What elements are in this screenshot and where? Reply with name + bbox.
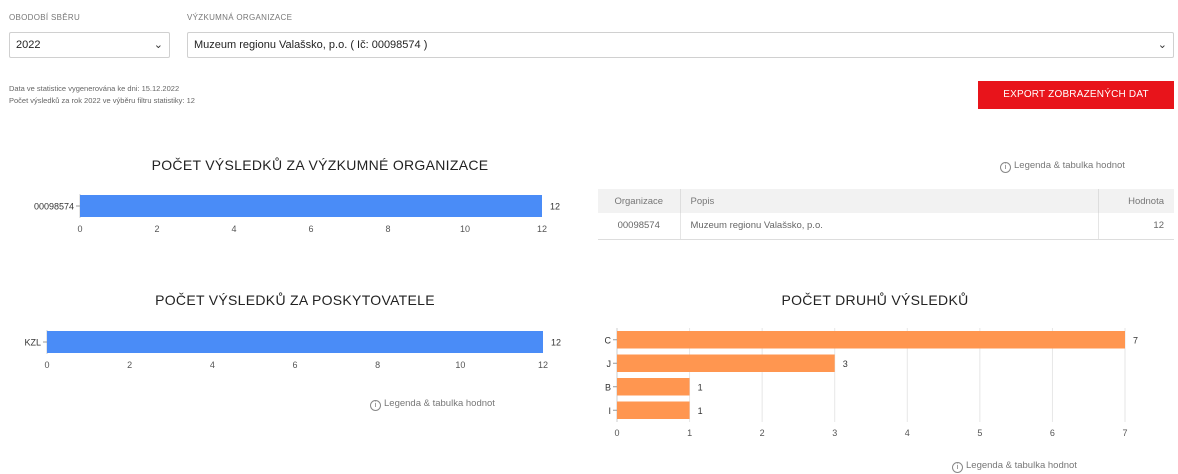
category-label: 00098574 bbox=[34, 202, 74, 212]
legend-link-label: Legenda & tabulka hodnot bbox=[384, 398, 495, 409]
organization-select[interactable]: Muzeum regionu Valašsko, p.o. ( Ič: 0009… bbox=[187, 32, 1174, 58]
bar bbox=[617, 378, 690, 396]
category-label: I bbox=[608, 406, 611, 416]
tick-label: 1 bbox=[687, 428, 692, 438]
cell-description: Muzeum regionu Valašsko, p.o. bbox=[680, 213, 1099, 240]
info-icon: i bbox=[1000, 162, 1011, 173]
category-label: KZL bbox=[24, 338, 41, 348]
tick-label: 4 bbox=[210, 360, 215, 370]
tick-label: 3 bbox=[832, 428, 837, 438]
bar bbox=[47, 331, 543, 353]
column-header-value[interactable]: Hodnota bbox=[1098, 189, 1174, 213]
types-chart-title: POČET DRUHŮ VÝSLEDKŮ bbox=[781, 292, 969, 308]
organization-filter-label: VÝZKUMNÁ ORGANIZACE bbox=[187, 13, 293, 22]
data-label: 3 bbox=[843, 359, 848, 369]
data-label: 7 bbox=[1133, 335, 1138, 345]
org-chart: 00098574 12 0 2 4 6 8 10 12 bbox=[34, 194, 560, 234]
data-label: 1 bbox=[698, 382, 703, 392]
tick-label: 4 bbox=[905, 428, 910, 438]
tick-label: 0 bbox=[614, 428, 619, 438]
legend-link-provider[interactable]: i Legenda & tabulka hodnot bbox=[370, 398, 495, 411]
category-label: C bbox=[605, 335, 612, 345]
legend-link-label: Legenda & tabulka hodnot bbox=[966, 460, 1077, 471]
data-label: 12 bbox=[551, 338, 561, 348]
tick-label: 2 bbox=[127, 360, 132, 370]
tick-label: 4 bbox=[231, 224, 236, 234]
tick-label: 2 bbox=[154, 224, 159, 234]
bar bbox=[617, 354, 835, 372]
info-icon: i bbox=[952, 462, 963, 473]
tick-label: 6 bbox=[1050, 428, 1055, 438]
year-filter-label: OBODOBÍ SBĚRU bbox=[9, 13, 81, 22]
result-count-text: Počet výsledků za rok 2022 ve výběru fil… bbox=[9, 96, 195, 105]
tick-label: 8 bbox=[385, 224, 390, 234]
column-header-organization[interactable]: Organizace bbox=[598, 189, 681, 213]
provider-chart-title: POČET VÝSLEDKŮ ZA POSKYTOVATELE bbox=[155, 292, 435, 308]
tick-label: 6 bbox=[292, 360, 297, 370]
tick-label: 7 bbox=[1122, 428, 1127, 438]
table-row: 00098574 Muzeum regionu Valašsko, p.o. 1… bbox=[598, 213, 1174, 240]
bar bbox=[617, 331, 1125, 349]
chevron-down-icon: ⌄ bbox=[153, 39, 163, 51]
provider-chart: KZL 12 0 2 4 6 8 10 12 bbox=[24, 330, 561, 370]
table-header-row: Organizace Popis Hodnota bbox=[598, 189, 1174, 213]
org-chart-title: POČET VÝSLEDKŮ ZA VÝZKUMNÉ ORGANIZACE bbox=[151, 157, 489, 173]
category-label: J bbox=[607, 359, 612, 369]
bar bbox=[80, 195, 542, 217]
generated-date-text: Data ve statistice vygenerována ke dni: … bbox=[9, 84, 180, 93]
cell-organization: 00098574 bbox=[598, 213, 681, 240]
tick-label: 2 bbox=[760, 428, 765, 438]
legend-link-types[interactable]: i Legenda & tabulka hodnot bbox=[952, 460, 1077, 473]
legend-link-label: Legenda & tabulka hodnot bbox=[1014, 160, 1125, 171]
tick-label: 12 bbox=[538, 360, 548, 370]
result-types-chart: C 7 J 3 B 1 I 1 0 1 2 3 4 5 6 7 bbox=[605, 328, 1138, 438]
column-header-description[interactable]: Popis bbox=[680, 189, 1099, 213]
data-label: 1 bbox=[698, 406, 703, 416]
tick-label: 10 bbox=[460, 224, 470, 234]
tick-label: 8 bbox=[375, 360, 380, 370]
category-label: B bbox=[605, 382, 611, 392]
legend-link-org[interactable]: i Legenda & tabulka hodnot bbox=[1000, 160, 1125, 173]
tick-label: 10 bbox=[455, 360, 465, 370]
values-table: Organizace Popis Hodnota 00098574 Muzeum… bbox=[598, 189, 1174, 240]
bar bbox=[617, 401, 690, 419]
tick-label: 0 bbox=[77, 224, 82, 234]
year-select[interactable]: 2022 ⌄ bbox=[9, 32, 170, 58]
export-data-button[interactable]: EXPORT ZOBRAZENÝCH DAT bbox=[978, 81, 1174, 109]
tick-label: 6 bbox=[308, 224, 313, 234]
tick-label: 5 bbox=[977, 428, 982, 438]
cell-value: 12 bbox=[1098, 213, 1174, 240]
tick-label: 12 bbox=[537, 224, 547, 234]
data-label: 12 bbox=[550, 202, 560, 212]
year-select-value: 2022 bbox=[16, 39, 41, 51]
organization-select-value: Muzeum regionu Valašsko, p.o. ( Ič: 0009… bbox=[194, 39, 428, 51]
chevron-down-icon: ⌄ bbox=[1157, 39, 1167, 51]
info-icon: i bbox=[370, 400, 381, 411]
tick-label: 0 bbox=[44, 360, 49, 370]
